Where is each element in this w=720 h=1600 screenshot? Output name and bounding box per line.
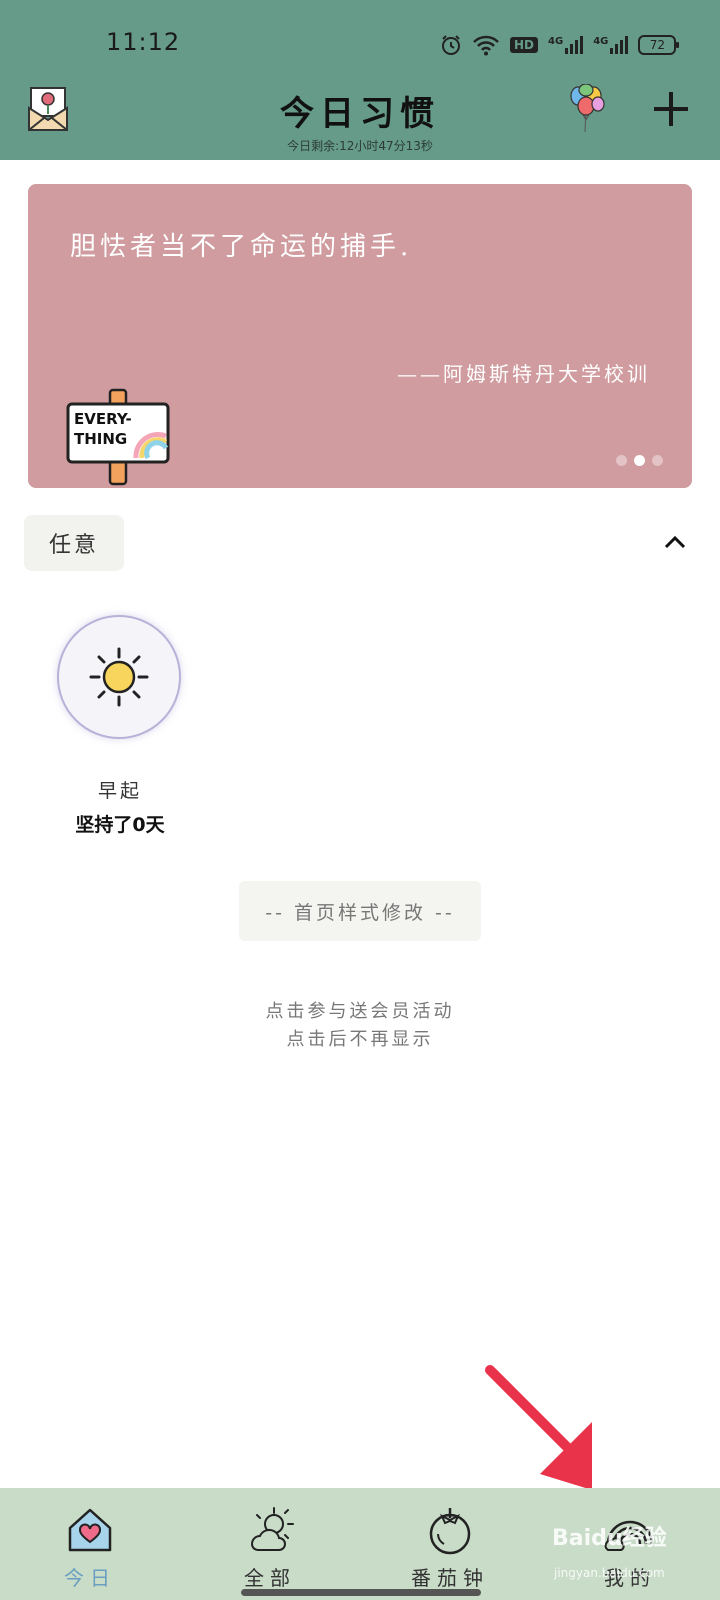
habit-button-early-rise[interactable]: [57, 615, 181, 739]
chevron-up-icon[interactable]: [664, 534, 686, 553]
nav-today[interactable]: 今日: [10, 1488, 170, 1600]
promo-line1: 点击参与送会员活动: [265, 1001, 455, 1022]
habit-streak: 坚持了0天: [75, 814, 165, 836]
page-title: 今日习惯: [280, 94, 440, 134]
category-chip[interactable]: 任意: [24, 515, 124, 571]
nav-label: 今日: [64, 1566, 116, 1590]
quote-author: ——阿姆斯特丹大学校训: [397, 362, 650, 386]
carousel-dot-active[interactable]: [634, 455, 645, 466]
sun-cloud-icon: [250, 1507, 294, 1551]
net-label-2: 4G: [593, 36, 609, 47]
nav-label: 番茄钟: [411, 1566, 489, 1590]
promo-link[interactable]: 点击参与送会员活动 点击后不再显示: [0, 998, 720, 1054]
carousel-dot[interactable]: [616, 455, 627, 466]
tomato-icon: [429, 1508, 471, 1555]
top-header: [0, 0, 720, 160]
hd-badge: HD: [510, 37, 539, 53]
time-remaining: 今日剩余:12小时47分13秒: [287, 139, 433, 153]
status-time: 11:12: [106, 28, 181, 56]
net-label-1: 4G: [548, 36, 564, 47]
status-icons: HD 4G 4G 72: [440, 30, 680, 60]
gesture-home-bar[interactable]: [241, 1589, 481, 1596]
quote-text: 胆怯者当不了命运的捕手.: [70, 232, 413, 262]
signal-1: 4G: [548, 36, 584, 54]
alarm-icon: [442, 35, 460, 55]
edit-home-style-button[interactable]: -- 首页样式修改 --: [239, 881, 481, 941]
battery-indicator: 72: [638, 35, 680, 55]
nav-all[interactable]: 全部: [190, 1488, 350, 1600]
sun-icon: [89, 647, 149, 707]
sticker-text-line2: THING: [74, 430, 128, 448]
nav-label: 全部: [244, 1566, 296, 1590]
habit-name: 早起: [97, 780, 142, 802]
everything-sign-sticker: EVERY- THING: [66, 386, 170, 490]
balloons-icon[interactable]: [566, 83, 606, 138]
carousel-dot[interactable]: [652, 455, 663, 466]
watermark-url: jingyan.baidu.com: [554, 1566, 665, 1580]
wifi-icon: [473, 35, 499, 56]
nav-pomodoro[interactable]: 番茄钟: [370, 1488, 530, 1600]
carousel-indicator: [616, 455, 663, 466]
signal-2: 4G: [593, 36, 629, 54]
watermark-logo: Baidu经验: [552, 1526, 667, 1551]
promo-line2: 点击后不再显示: [286, 1029, 434, 1050]
sticker-text-line1: EVERY-: [74, 410, 132, 428]
home-heart-icon: [68, 1508, 112, 1552]
plus-icon[interactable]: [652, 90, 690, 132]
annotation-arrow: [480, 1360, 620, 1504]
